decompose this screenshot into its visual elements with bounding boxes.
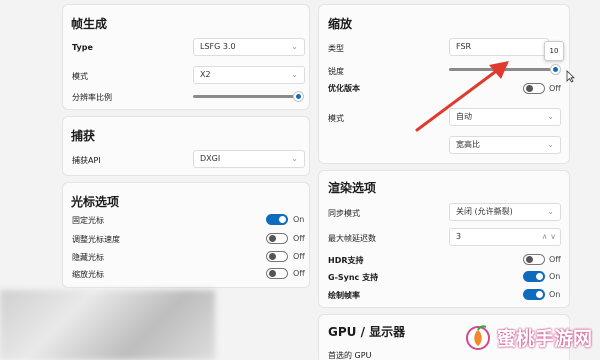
frame-gen-type-dropdown[interactable]: LSFG 3.0 ⌄ bbox=[193, 38, 305, 56]
capture-api-label: 捕获API bbox=[72, 156, 101, 165]
capture-card: 捕获 捕获API DXGI ⌄ bbox=[62, 116, 310, 176]
resolution-slider[interactable] bbox=[193, 95, 300, 98]
frame-gen-card: 帧生成 Type LSFG 3.0 ⌄ 模式 X2 ⌄ 分辨率比例 bbox=[62, 4, 310, 110]
capture-api-value: DXGI bbox=[200, 154, 221, 163]
aspect-value: 宽高比 bbox=[456, 140, 480, 149]
render-title: 渲染选项 bbox=[328, 181, 377, 195]
gsync-toggle[interactable] bbox=[523, 271, 545, 282]
chevron-down-icon: ⌄ bbox=[291, 154, 298, 163]
cursor-item-label: 固定光标 bbox=[72, 216, 104, 225]
frame-gen-type-label: Type bbox=[72, 43, 93, 52]
sharpness-slider-thumb[interactable] bbox=[551, 65, 560, 74]
scaling-type-label: 类型 bbox=[328, 44, 344, 53]
hdr-toggle[interactable] bbox=[523, 254, 545, 265]
chevron-down-icon: ⌄ bbox=[547, 140, 554, 149]
gsync-label: G-Sync 支持 bbox=[328, 273, 379, 282]
chevron-down-icon: ⌄ bbox=[547, 112, 554, 121]
cursor-card: 光标选项 固定光标 On 调整光标速度 Off 隐藏光标 Off 缩放光标 Of… bbox=[62, 182, 310, 288]
scale-cursor-state: Off bbox=[293, 269, 305, 278]
fixed-cursor-state: On bbox=[293, 215, 305, 224]
watermark-text: 蜜桃手游网 bbox=[496, 327, 592, 350]
watermark: 蜜桃手游网 bbox=[463, 322, 592, 352]
red-arrow-icon bbox=[415, 61, 509, 132]
hide-cursor-state: Off bbox=[293, 252, 305, 261]
mouse-pointer-icon bbox=[566, 70, 575, 83]
scaling-mode-label: 模式 bbox=[328, 114, 344, 123]
latency-stepper[interactable]: 3 ∧ ∨ bbox=[449, 228, 561, 246]
cursor-title: 光标选项 bbox=[71, 195, 120, 209]
draw-fps-toggle[interactable] bbox=[523, 289, 545, 300]
blurred-region bbox=[0, 290, 215, 360]
optimize-toggle[interactable] bbox=[523, 83, 545, 94]
sync-label: 同步模式 bbox=[328, 209, 360, 218]
chevron-down-icon: ⌄ bbox=[291, 42, 298, 51]
frame-gen-mode-label: 模式 bbox=[72, 72, 88, 81]
resolution-slider-thumb[interactable] bbox=[294, 92, 303, 101]
hdr-state: Off bbox=[549, 255, 561, 264]
preferred-gpu-label: 首选的 GPU bbox=[328, 351, 372, 360]
gsync-state: On bbox=[549, 272, 561, 281]
cursor-item-label: 隐藏光标 bbox=[72, 253, 104, 262]
frame-gen-mode-value: X2 bbox=[200, 70, 211, 79]
capture-title: 捕获 bbox=[71, 129, 96, 143]
fixed-cursor-toggle[interactable] bbox=[266, 214, 288, 225]
scaling-type-dropdown[interactable]: FSR bbox=[449, 38, 549, 56]
cursor-speed-state: Off bbox=[293, 234, 305, 243]
sync-value: 关闭 (允许撕裂) bbox=[456, 207, 513, 216]
sharpness-tooltip: 10 bbox=[544, 41, 564, 61]
frame-gen-mode-dropdown[interactable]: X2 ⌄ bbox=[193, 66, 305, 84]
sync-dropdown[interactable]: 关闭 (允许撕裂) ⌄ bbox=[449, 203, 561, 221]
scaling-title: 缩放 bbox=[328, 17, 353, 31]
optimize-state: Off bbox=[549, 84, 561, 93]
chevron-down-icon: ⌄ bbox=[547, 207, 554, 216]
cursor-item-label: 缩放光标 bbox=[72, 270, 104, 279]
chevron-down-icon: ⌄ bbox=[291, 70, 298, 79]
scale-cursor-toggle[interactable] bbox=[266, 268, 288, 279]
frame-gen-resolution-label: 分辨率比例 bbox=[72, 93, 112, 102]
frame-gen-type-value: LSFG 3.0 bbox=[200, 42, 236, 51]
hide-cursor-toggle[interactable] bbox=[266, 251, 288, 262]
stepper-arrows-icon[interactable]: ∧ ∨ bbox=[542, 229, 556, 245]
latency-label: 最大帧延迟数 bbox=[328, 234, 376, 243]
scaling-type-value: FSR bbox=[456, 42, 472, 51]
render-card: 渲染选项 同步模式 关闭 (允许撕裂) ⌄ 最大帧延迟数 3 ∧ ∨ HDR支持… bbox=[318, 170, 570, 308]
capture-api-dropdown[interactable]: DXGI ⌄ bbox=[193, 150, 305, 168]
cursor-speed-toggle[interactable] bbox=[266, 233, 288, 244]
gpu-title: GPU / 显示器 bbox=[328, 325, 406, 339]
sharpness-label: 锐度 bbox=[328, 67, 344, 76]
optimize-label: 优化版本 bbox=[328, 84, 360, 93]
peach-logo-icon bbox=[465, 325, 490, 350]
latency-value: 3 bbox=[456, 232, 462, 241]
draw-fps-label: 绘制帧率 bbox=[328, 291, 360, 300]
draw-fps-state: On bbox=[549, 290, 561, 299]
frame-gen-title: 帧生成 bbox=[71, 17, 108, 31]
cursor-item-label: 调整光标速度 bbox=[72, 235, 120, 244]
hdr-label: HDR支持 bbox=[328, 256, 364, 265]
